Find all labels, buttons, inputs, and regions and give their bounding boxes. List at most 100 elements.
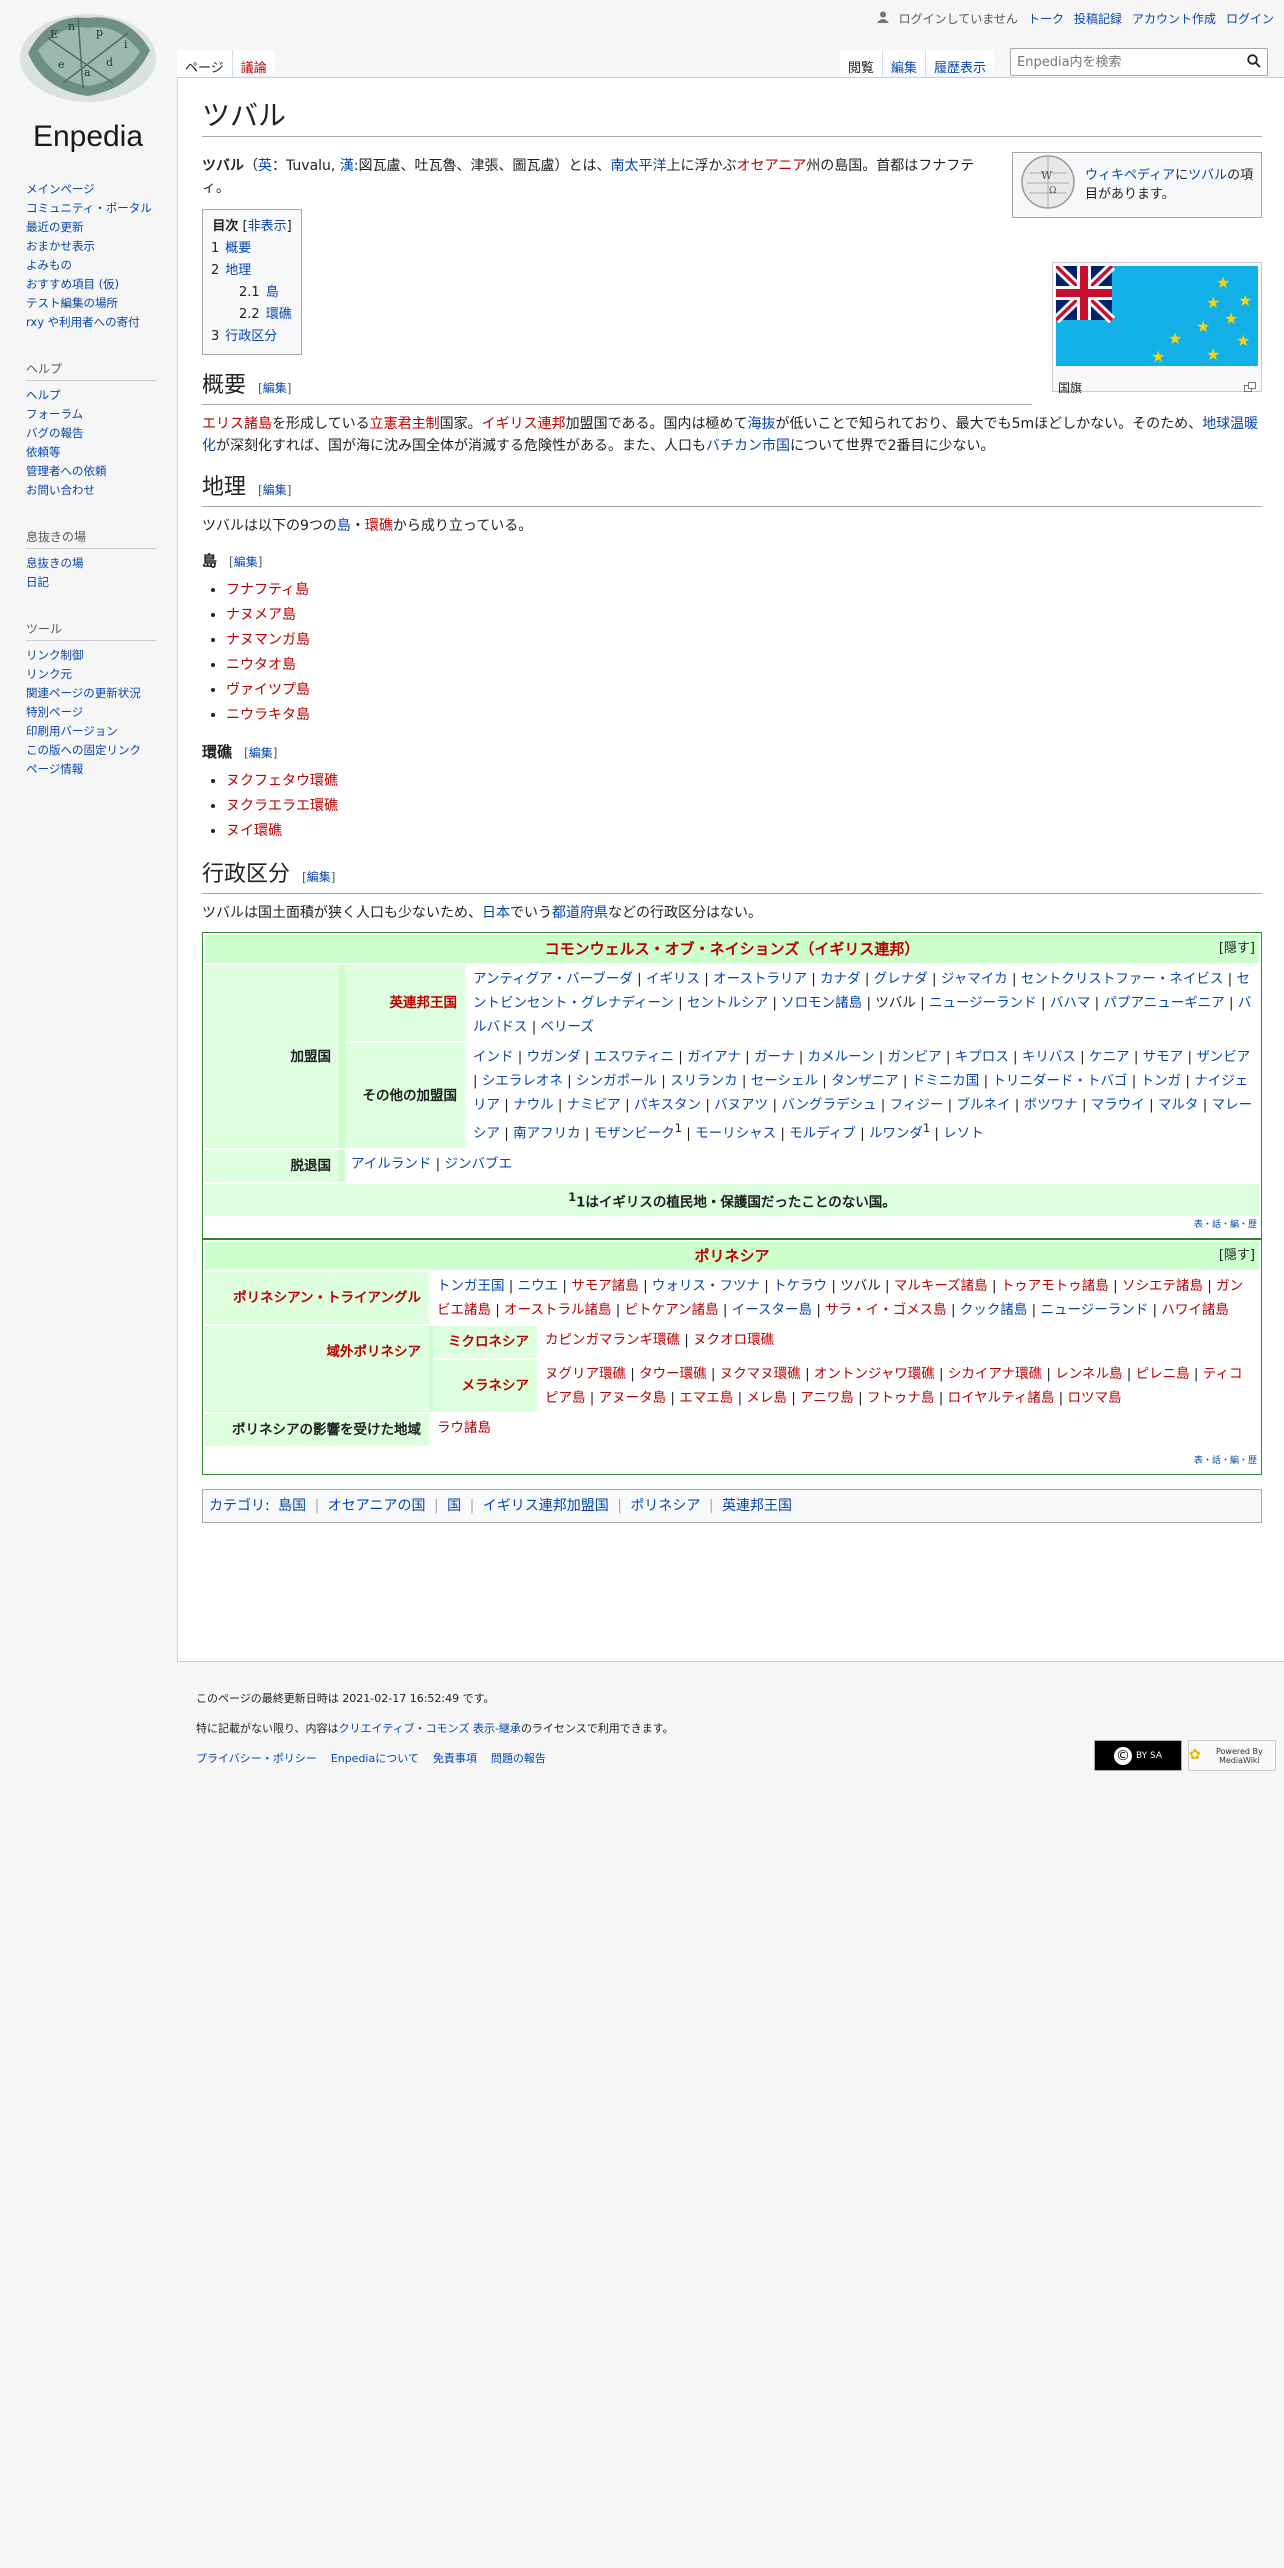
mediawiki-badge[interactable]: ✿ Powered By MediaWiki xyxy=(1188,1740,1276,1771)
group-label[interactable]: ミクロネシア xyxy=(448,1330,529,1354)
navbox-link[interactable]: ピトケアン諸島 xyxy=(625,1302,719,1318)
navbox-link[interactable]: サラ・イ・ゴメス島 xyxy=(825,1302,947,1318)
create-account-link[interactable]: アカウント作成 xyxy=(1132,10,1216,27)
cc-by-sa-badge[interactable]: © BY SA xyxy=(1094,1740,1182,1771)
sidebar-item[interactable]: おまかせ表示 xyxy=(26,237,172,256)
navbox-link[interactable]: ピレニ島 xyxy=(1136,1366,1190,1382)
navbox-link[interactable]: パキスタン xyxy=(634,1097,701,1113)
link[interactable]: 立憲君主制 xyxy=(370,416,440,432)
island-link[interactable]: ナヌメア島 xyxy=(226,607,296,623)
tab-read[interactable]: 閲覧 xyxy=(839,50,882,78)
toc-link[interactable]: 概要 xyxy=(225,241,251,256)
navbox-link[interactable]: フィジー xyxy=(890,1097,944,1113)
navbox-link[interactable]: キリバス xyxy=(1022,1049,1076,1065)
navbox-link[interactable]: トンガ xyxy=(1141,1073,1182,1089)
navbox-link[interactable]: セントルシア xyxy=(687,995,768,1011)
category-link[interactable]: 国 xyxy=(447,1498,461,1514)
navbox-link[interactable]: オントンジャワ環礁 xyxy=(814,1366,935,1382)
navbox-link[interactable]: メレ島 xyxy=(746,1390,787,1406)
tab-discussion[interactable]: 議論 xyxy=(231,50,275,78)
navbox-link[interactable]: 南アフリカ xyxy=(513,1126,581,1142)
toc-item[interactable]: 2 地理 xyxy=(211,260,293,282)
toc-item[interactable]: 2.1 島 xyxy=(211,282,293,304)
navbox-link[interactable]: トリニダード・トバゴ xyxy=(992,1073,1127,1089)
footer-link[interactable]: プライバシー・ポリシー xyxy=(196,1750,317,1766)
login-link[interactable]: ログイン xyxy=(1226,10,1274,27)
toc-item[interactable]: 2.2 環礁 xyxy=(211,304,293,326)
navbox-link[interactable]: モルディブ xyxy=(789,1126,856,1142)
island-link[interactable]: ナヌマンガ島 xyxy=(226,632,310,648)
navbox-hide-link[interactable]: [隠す] xyxy=(1219,1244,1255,1268)
link[interactable]: 海抜 xyxy=(747,416,775,432)
navbox-link[interactable]: エスワティニ xyxy=(594,1049,674,1065)
sidebar-item[interactable]: 日記 xyxy=(26,573,172,592)
toc-item[interactable]: 1 概要 xyxy=(211,238,293,260)
navbox-link[interactable]: カナダ xyxy=(820,971,861,987)
navbox-link[interactable]: スリランカ xyxy=(670,1073,738,1089)
footer-link[interactable]: Enpediaについて xyxy=(331,1750,419,1766)
navbox-link[interactable]: マラウイ xyxy=(1091,1097,1145,1113)
tab-edit[interactable]: 編集 xyxy=(881,50,925,78)
navbox-link[interactable]: ジンバブエ xyxy=(444,1156,512,1172)
navbox-link[interactable]: ソロモン諸島 xyxy=(781,995,862,1011)
toc-toggle[interactable]: 非表示 xyxy=(248,219,287,234)
navbox-vte[interactable]: 表・話・編・歴 xyxy=(207,1454,1257,1468)
island-link[interactable]: ヌイ環礁 xyxy=(226,823,282,839)
group-label[interactable]: ポリネシアン・トライアングル xyxy=(233,1286,421,1310)
navbox-link[interactable]: クック諸島 xyxy=(960,1302,1028,1318)
navbox-link[interactable]: オーストラリア xyxy=(713,971,807,987)
navbox-link[interactable]: レソト xyxy=(943,1126,984,1142)
edit-section-link[interactable]: 編集 xyxy=(263,483,287,497)
navbox-link[interactable]: バヌアツ xyxy=(714,1097,768,1113)
navbox-link[interactable]: ドミニカ国 xyxy=(912,1073,980,1089)
navbox-link[interactable]: マルキーズ諸島 xyxy=(894,1278,988,1294)
link-oceania[interactable]: オセアニア xyxy=(737,158,807,174)
group-label[interactable]: 域外ポリネシア xyxy=(327,1340,422,1364)
navbox-link[interactable]: グレナダ xyxy=(874,971,928,987)
sidebar-item[interactable]: フォーラム xyxy=(26,405,172,424)
navbox-link[interactable]: ベリーズ xyxy=(541,1019,594,1035)
sidebar-item[interactable]: テスト編集の場所 xyxy=(26,294,172,313)
navbox-link[interactable]: バングラデシュ xyxy=(781,1097,876,1113)
link[interactable]: エリス諸島 xyxy=(202,416,272,432)
tuvalu-flag-image[interactable]: ★★★ ★★★ ★★★ xyxy=(1052,262,1258,366)
sidebar-item[interactable]: ページ情報 xyxy=(26,760,172,779)
enlarge-icon[interactable] xyxy=(1244,377,1256,399)
navbox-link[interactable]: ソシエテ諸島 xyxy=(1122,1278,1203,1294)
navbox-link[interactable]: カメルーン xyxy=(808,1049,875,1065)
navbox-link[interactable]: ジャマイカ xyxy=(941,971,1008,987)
link-south-pacific[interactable]: 南太平洋 xyxy=(611,158,667,174)
navbox-link[interactable]: ヌクオロ環礁 xyxy=(693,1332,774,1348)
talk-link[interactable]: トーク xyxy=(1028,10,1064,27)
tab-history[interactable]: 履歴表示 xyxy=(924,50,994,78)
tab-page[interactable]: ページ xyxy=(177,50,232,78)
link[interactable]: バチカン市国 xyxy=(706,438,790,454)
island-link[interactable]: ニウラキタ島 xyxy=(226,707,310,723)
toc-link[interactable]: 島 xyxy=(266,285,279,300)
navbox-link[interactable]: レンネル島 xyxy=(1055,1366,1122,1382)
group-label[interactable]: 加盟国 xyxy=(291,1045,332,1069)
navbox-link[interactable]: タンザニア xyxy=(831,1073,899,1089)
navbox-link[interactable]: カピンガマランギ環礁 xyxy=(545,1332,680,1348)
island-link[interactable]: ヌクラエラエ環礁 xyxy=(226,798,338,814)
sidebar-item[interactable]: 最近の更新 xyxy=(26,218,172,237)
navbox-vte[interactable]: 表・話・編・歴 xyxy=(207,1218,1257,1232)
navbox-link[interactable]: トンガ王国 xyxy=(437,1278,505,1294)
navbox-link[interactable]: トケラウ xyxy=(773,1278,827,1294)
edit-section-link[interactable]: 編集 xyxy=(234,555,258,569)
sidebar-item[interactable]: 関連ページの更新状況 xyxy=(26,684,172,703)
navbox-link[interactable]: シエラレオネ xyxy=(482,1073,563,1089)
sidebar-item[interactable]: 依頼等 xyxy=(26,443,172,462)
edit-section-link[interactable]: 編集 xyxy=(263,381,287,395)
navbox-link[interactable]: マルタ xyxy=(1158,1097,1199,1113)
navbox-link[interactable]: アンティグア・バーブーダ xyxy=(473,971,633,987)
group-label[interactable]: 英連邦王国 xyxy=(390,991,458,1015)
navbox-link[interactable]: ガンビア xyxy=(888,1049,942,1065)
sidebar-item[interactable]: コミュニティ・ポータル xyxy=(26,199,172,218)
link-english[interactable]: 英 xyxy=(258,158,272,174)
link[interactable]: 日本 xyxy=(482,905,510,921)
sidebar-item[interactable]: おすすめ項目 (仮) xyxy=(26,275,172,294)
navbox-link[interactable]: アヌータ島 xyxy=(599,1390,667,1406)
sidebar-item[interactable]: リンク制御 xyxy=(26,646,172,665)
navbox-link[interactable]: ツバル xyxy=(875,995,916,1011)
